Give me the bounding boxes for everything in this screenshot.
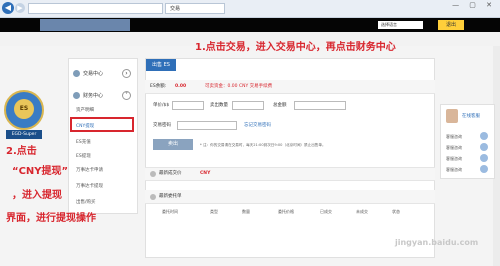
es-balance-label: ES余额:	[150, 84, 167, 89]
cs-title[interactable]: 在线客服	[462, 113, 480, 121]
table-header-time: 委托时间	[162, 209, 178, 214]
qq-icon[interactable]	[480, 143, 488, 151]
table-header-filled: 已成交	[320, 209, 332, 214]
back-icon[interactable]: ◀	[2, 2, 14, 14]
agent-avatar	[446, 109, 458, 123]
qq-icon[interactable]	[480, 165, 488, 173]
trade-note: * 注：你的交易请在交易时，每天21:00到次日9:00（北京时间）禁止出售单。	[200, 143, 326, 147]
price-label: 单价/$$	[153, 103, 170, 108]
browser-tab[interactable]: 交易	[165, 3, 225, 14]
finance-icon	[73, 92, 80, 99]
badge-label: EGD-Super	[6, 130, 42, 139]
sidebar-item-es-deposit[interactable]: ES充值	[73, 137, 133, 149]
price-input[interactable]	[172, 101, 204, 110]
qq-icon[interactable]	[480, 132, 488, 140]
es-balance-value: 0.00	[175, 84, 187, 89]
annotation-step2-line1: 2.点击	[6, 146, 37, 157]
latest-orders-bar	[145, 190, 435, 204]
highlight-box	[70, 117, 134, 132]
price-icon	[150, 171, 156, 177]
window-controls[interactable]: — ▢ ✕	[452, 1, 496, 9]
sidebar-finance-center[interactable]: 财务中心 ˅	[69, 85, 137, 107]
latest-price-bar	[145, 167, 435, 181]
coin-icon: ES	[14, 99, 34, 119]
forward-icon[interactable]: ▶	[15, 3, 25, 13]
language-select[interactable]: 选择语言	[378, 21, 423, 29]
sidebar: 交易中心 › 财务中心 ˅ 资产明细 CNY提现 ES充值 ES提现 万事达卡申…	[68, 58, 138, 214]
sidebar-item-asset-detail[interactable]: 资产明细	[73, 105, 133, 117]
table-header-type: 类型	[210, 209, 218, 214]
chevron-down-icon: ˅	[122, 91, 131, 100]
annotation-step2-line4: 界面，进行提现操作	[6, 213, 96, 224]
sell-button[interactable]: 卖出	[153, 139, 193, 150]
table-header-price: 委托价格	[278, 209, 294, 214]
password-label: 交易密码	[153, 123, 171, 128]
latest-price-value: CNY	[200, 171, 211, 176]
table-header-qty: 数量	[242, 209, 250, 214]
orders-icon	[150, 194, 156, 200]
quantity-label: 卖出数量	[210, 103, 228, 108]
watermark: jingyan.baidu.com	[395, 238, 479, 247]
sidebar-finance-label: 财务中心	[83, 93, 104, 99]
table-header-unfilled: 未成交	[356, 209, 368, 214]
annotation-step2-line2: “CNY提现”	[12, 166, 69, 177]
sidebar-item-card-apply[interactable]: 万事达卡申请	[73, 165, 133, 177]
quantity-input[interactable]	[232, 101, 264, 110]
sidebar-item-buy-sell[interactable]: 出售/购买	[73, 197, 133, 209]
exit-button[interactable]: 退出	[438, 20, 464, 30]
trade-icon	[73, 70, 80, 77]
tab-sell-es[interactable]: 出售 ES	[146, 59, 176, 71]
chevron-right-icon: ›	[122, 69, 131, 78]
sidebar-item-card-withdraw[interactable]: 万事达卡提现	[73, 181, 133, 193]
latest-orders-title: 最新委托单	[159, 194, 182, 199]
qq-icon[interactable]	[480, 154, 488, 162]
annotation-step1: 1.点击交易，进入交易中心，再点击财务中心	[195, 42, 396, 53]
sidebar-trade-label: 交易中心	[83, 71, 104, 77]
sidebar-item-es-withdraw[interactable]: ES提现	[73, 151, 133, 163]
available-funds: 可卖资金：0.00 CNY 交易手续费	[205, 84, 273, 89]
latest-price-title: 最新成交价	[159, 171, 182, 176]
address-bar[interactable]	[28, 3, 163, 14]
forgot-password-link[interactable]: 忘记交易密码	[244, 122, 271, 130]
balance-bar	[145, 80, 435, 94]
site-logo[interactable]	[40, 19, 130, 31]
annotation-step2-line3: ，进入提现	[12, 190, 62, 201]
sidebar-trade-center[interactable]: 交易中心 ›	[69, 63, 137, 85]
total-label: 总金额	[273, 103, 287, 108]
total-input[interactable]	[294, 101, 346, 110]
trade-password-input[interactable]	[177, 121, 237, 130]
table-header-status: 状态	[392, 209, 400, 214]
